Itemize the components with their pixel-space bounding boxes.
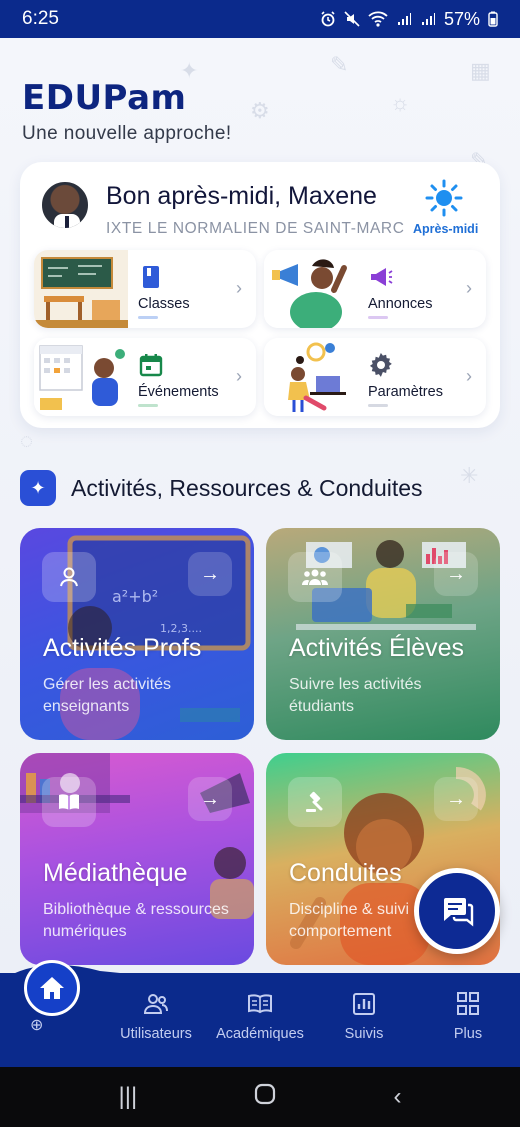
system-nav-bar: ||| ‹: [0, 1067, 520, 1127]
doodle-icon: ▦: [470, 58, 491, 83]
arrow-right-icon[interactable]: →: [434, 552, 478, 596]
megaphone-icon: [371, 268, 393, 286]
section-header: ✦ Activités, Ressources & Conduites: [20, 470, 423, 506]
card-subtitle: Bibliothèque & ressources numériques: [43, 901, 229, 940]
card-subtitle: Suivre les activités étudiants: [289, 676, 422, 715]
arrow-right-icon[interactable]: →: [188, 777, 232, 821]
card-subtitle: Gérer les activités enseignants: [43, 676, 172, 715]
tile-underline: [368, 316, 388, 319]
chat-fab-button[interactable]: [414, 868, 500, 954]
svg-text:a²+b²: a²+b²: [112, 587, 158, 606]
gavel-icon: [288, 777, 342, 827]
greeting-text: Bon après-midi, Maxene: [106, 182, 377, 210]
card-activites-profs[interactable]: a²+b² 1,2,3.... → Activités Profs Gérer …: [20, 528, 254, 740]
brand-logo: EDUPam: [22, 78, 187, 118]
nav-label: Académiques: [216, 1026, 304, 1042]
card-title: Activités Profs: [43, 634, 202, 662]
tile-label: Paramètres: [368, 384, 443, 400]
card-title: Conduites: [289, 859, 402, 887]
section-title: Activités, Ressources & Conduites: [71, 474, 423, 501]
sparkle-icon: ✦: [20, 470, 56, 506]
status-bar: 6:25 57%: [0, 0, 520, 38]
arrow-right-icon[interactable]: →: [188, 552, 232, 596]
signal-icon: [397, 13, 411, 25]
home-icon: [40, 977, 64, 999]
school-name: IXTE LE NORMALIEN DE SAINT-MARC: [106, 220, 405, 237]
tile-underline: [368, 404, 388, 407]
classroom-illustration: [34, 250, 128, 328]
grid-icon: [457, 992, 479, 1015]
avatar[interactable]: [40, 180, 90, 230]
nav-utilisateurs[interactable]: Utilisateurs: [104, 992, 208, 1042]
nav-academiques[interactable]: Académiques: [208, 992, 312, 1042]
doodle-icon: ☼: [390, 90, 411, 115]
sun-icon: [425, 179, 463, 217]
chevron-right-icon: ›: [236, 366, 242, 386]
tile-label: Annonces: [368, 296, 433, 312]
chat-icon: [444, 898, 474, 927]
period-label: Après-midi: [413, 222, 479, 236]
doodle-icon: ✳: [460, 463, 479, 488]
globe-icon: ⊕: [30, 1017, 44, 1034]
card-mediatheque[interactable]: → Médiathèque Bibliothèque & ressources …: [20, 753, 254, 965]
calendar-icon: [139, 354, 163, 377]
alarm-icon: [321, 11, 335, 27]
status-time: 6:25: [22, 8, 59, 29]
open-book-icon: [42, 777, 96, 827]
back-icon[interactable]: ‹: [393, 1083, 401, 1111]
tile-annonces[interactable]: Annonces ›: [264, 250, 486, 328]
main-content[interactable]: ✎ ☼ ▦ ⚙ ✦ ✎ ◌ ✳ EDUPam Une nouvelle appr…: [0, 38, 520, 973]
nav-label: Plus: [453, 1026, 483, 1042]
mute-icon: [344, 11, 360, 27]
settings-illustration: [264, 338, 358, 416]
calendar-illustration: [34, 338, 128, 416]
nav-label: Suivis: [344, 1026, 384, 1042]
group-icon: [288, 552, 342, 602]
home-button[interactable]: [24, 960, 80, 1016]
battery-percent: 57%: [443, 8, 480, 29]
tile-classes[interactable]: Classes ›: [34, 250, 256, 328]
chevron-right-icon: ›: [466, 278, 472, 298]
home-circle-icon[interactable]: [254, 1083, 276, 1112]
open-book-icon: [248, 994, 272, 1014]
wifi-icon: [368, 11, 388, 27]
arrow-right-icon[interactable]: →: [434, 777, 478, 821]
battery-icon: [488, 11, 498, 27]
person-icon: [42, 552, 96, 602]
chart-icon: [353, 993, 375, 1015]
card-activites-eleves[interactable]: → Activités Élèves Suivre les activités …: [266, 528, 500, 740]
chevron-right-icon: ›: [466, 366, 472, 386]
gear-icon: [369, 352, 392, 377]
welcome-card: Bon après-midi, Maxene IXTE LE NORMALIEN…: [20, 162, 500, 428]
nav-label: Utilisateurs: [120, 1026, 192, 1042]
tagline: Une nouvelle approche!: [22, 123, 232, 144]
card-title: Médiathèque: [43, 859, 188, 887]
megaphone-illustration: [264, 250, 358, 328]
tile-label: Classes: [138, 296, 190, 312]
users-icon: [143, 994, 168, 1014]
card-title: Activités Élèves: [289, 634, 465, 662]
tile-evenements[interactable]: Événements ›: [34, 338, 256, 416]
doodle-icon: ◌: [20, 428, 34, 453]
tile-underline: [138, 316, 158, 319]
doodle-icon: ✎: [330, 52, 349, 77]
nav-suivis[interactable]: Suivis: [312, 992, 416, 1042]
tile-underline: [138, 404, 158, 407]
signal-icon: [421, 13, 435, 25]
tile-label: Événements: [138, 384, 219, 400]
recent-apps-icon[interactable]: |||: [119, 1083, 138, 1111]
doodle-icon: ⚙: [250, 98, 270, 123]
tile-parametres[interactable]: Paramètres ›: [264, 338, 486, 416]
nav-plus[interactable]: Plus: [416, 992, 520, 1042]
book-icon: [143, 266, 159, 288]
chevron-right-icon: ›: [236, 278, 242, 298]
